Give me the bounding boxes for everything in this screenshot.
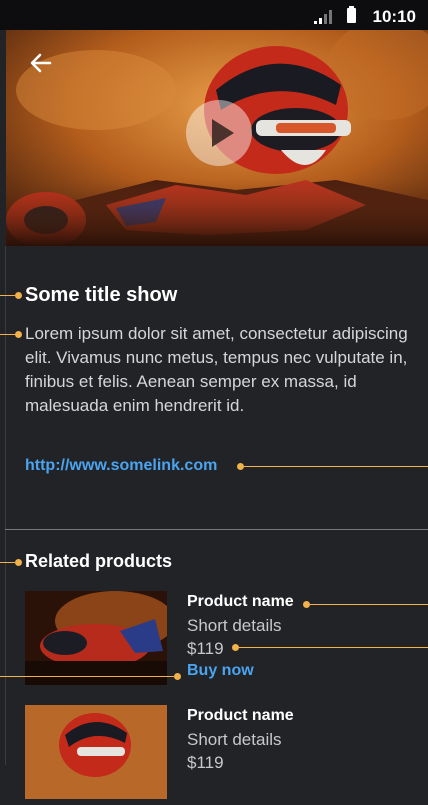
- product-details: Short details: [187, 730, 282, 749]
- back-arrow-icon[interactable]: [26, 48, 56, 78]
- annotation-dot: [15, 292, 22, 299]
- annotation-dot: [15, 559, 22, 566]
- hero-image: [6, 30, 428, 246]
- signal-icon: [314, 10, 332, 24]
- product-thumbnail[interactable]: [25, 591, 167, 685]
- related-products-title: Related products: [25, 551, 173, 571]
- buy-now-button[interactable]: Buy now: [187, 662, 254, 680]
- annotation-dot: [303, 601, 310, 608]
- product-name: Product name: [187, 593, 294, 610]
- battery-icon: [347, 6, 356, 23]
- product-price: $119: [187, 753, 224, 772]
- product-card[interactable]: Product name Short details $119: [25, 705, 425, 805]
- section-divider: [5, 529, 428, 530]
- product-details: Short details: [187, 616, 282, 635]
- annotation-dot: [232, 644, 239, 651]
- play-icon[interactable]: [186, 100, 252, 166]
- annotation-line: [239, 647, 428, 648]
- annotation-line: [0, 334, 15, 335]
- status-time: 10:10: [372, 7, 416, 26]
- annotation-line: [244, 466, 428, 467]
- product-name: Product name: [187, 707, 294, 724]
- annotation-line: [0, 295, 15, 296]
- annotation-line: [310, 604, 428, 605]
- left-edge-line: [5, 246, 6, 765]
- annotation-dot: [15, 331, 22, 338]
- page-title: Some title show: [25, 284, 178, 306]
- external-link[interactable]: http://www.somelink.com: [25, 457, 217, 475]
- annotation-dot: [174, 673, 181, 680]
- description-text: Lorem ipsum dolor sit amet, consectetur …: [25, 324, 408, 415]
- product-price: $119: [187, 639, 224, 658]
- product-thumbnail[interactable]: [25, 705, 167, 799]
- annotation-line: [0, 562, 15, 563]
- annotation-dot: [237, 463, 244, 470]
- annotation-line: [0, 676, 174, 677]
- status-bar: 10:10: [0, 0, 428, 30]
